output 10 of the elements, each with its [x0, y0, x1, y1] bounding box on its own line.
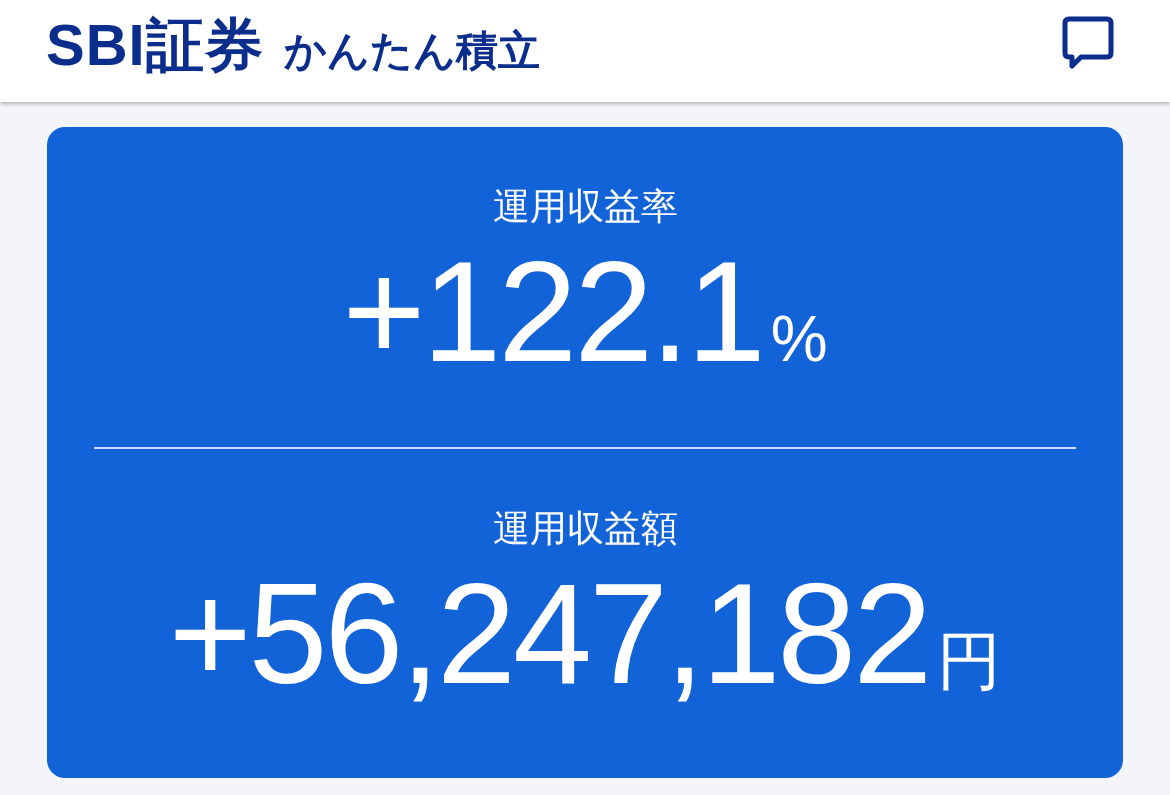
metric-label: 運用収益率: [492, 185, 678, 229]
metric-label: 運用収益額: [492, 507, 678, 551]
brand-logo: SBI証券: [46, 13, 264, 77]
metric-value: +122.1: [342, 241, 763, 383]
chat-button[interactable]: [1062, 16, 1114, 70]
speech-bubble-icon: [1062, 16, 1114, 70]
metric-unit: %: [770, 307, 828, 371]
service-title: かんたん積立: [283, 28, 540, 75]
metric-unit: 円: [937, 629, 1002, 693]
metric-value: +56,247,182: [168, 563, 930, 705]
